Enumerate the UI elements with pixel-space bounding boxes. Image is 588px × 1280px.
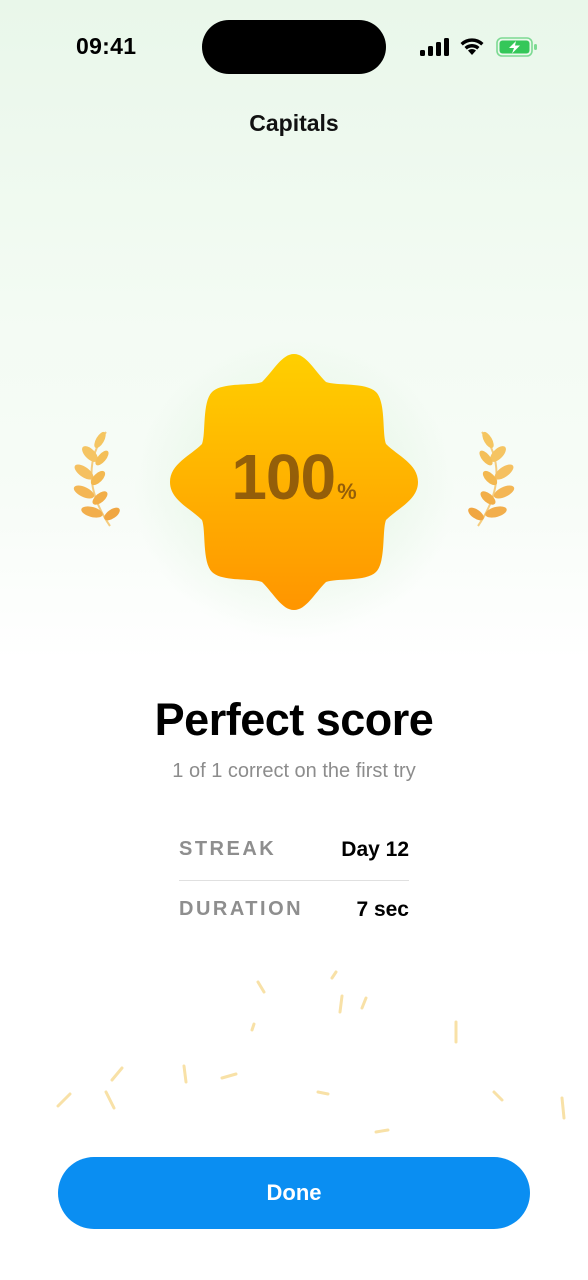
confetti (56, 970, 566, 1134)
cellular-signal-icon (420, 38, 449, 56)
status-bar: 09:41 (0, 0, 588, 96)
score-hero: 100% (0, 330, 588, 640)
stat-value: 7 sec (356, 898, 409, 921)
divider (179, 880, 409, 881)
score-display: 100% (164, 440, 424, 514)
stats-list: STREAK Day 12 DURATION 7 sec (179, 826, 409, 946)
result-headline: Perfect score (154, 694, 434, 745)
dynamic-island (202, 20, 386, 74)
done-button[interactable]: Done (58, 1157, 530, 1229)
status-icons (420, 36, 540, 58)
stat-value: Day 12 (341, 838, 409, 861)
status-time: 09:41 (76, 33, 137, 59)
laurel-right-icon (468, 431, 515, 527)
wifi-icon (460, 38, 484, 55)
battery-charging-icon (496, 37, 537, 57)
stat-label: DURATION (179, 898, 304, 920)
laurel-left-icon (73, 431, 120, 527)
stat-row-streak: STREAK Day 12 (179, 826, 409, 886)
stat-label: STREAK (179, 838, 277, 860)
stat-row-duration: DURATION 7 sec (179, 886, 409, 946)
score-value: 100 (231, 441, 336, 513)
nav-title: Capitals (249, 110, 339, 136)
score-unit: % (337, 479, 357, 504)
result-subline: 1 of 1 correct on the first try (172, 760, 416, 782)
